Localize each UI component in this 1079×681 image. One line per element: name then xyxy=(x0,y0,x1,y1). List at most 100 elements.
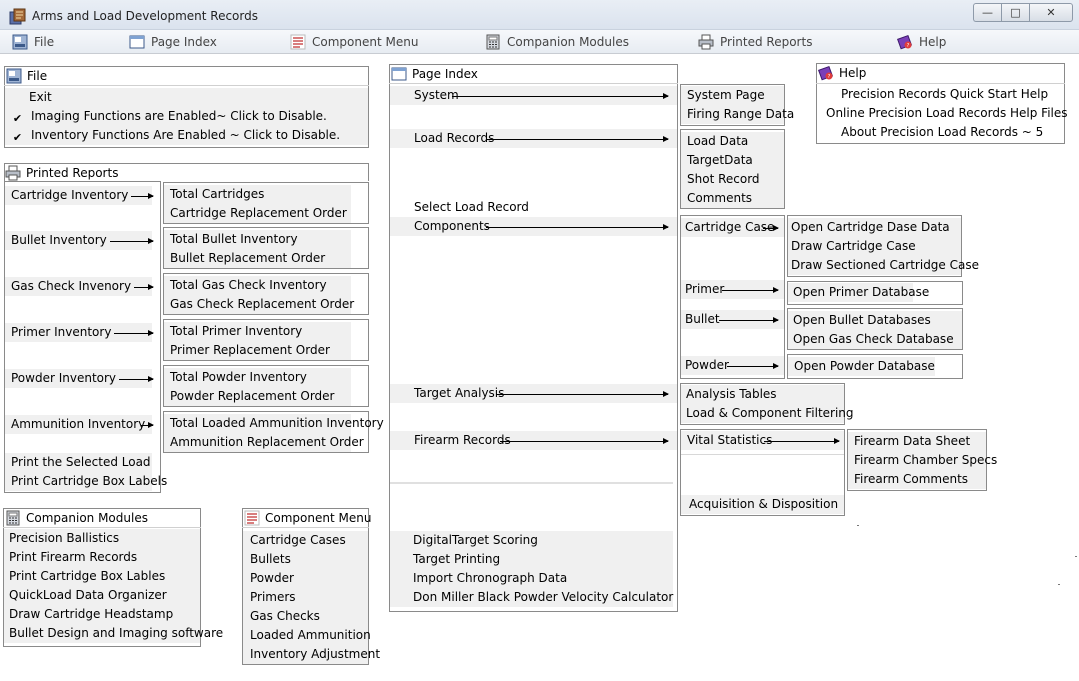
report-extra-item[interactable]: Print the Selected Load xyxy=(5,453,152,472)
arrow-icon xyxy=(764,438,840,444)
vital-statistics-label: Vital Statistics xyxy=(687,433,773,447)
menu-page-index[interactable]: Page Index xyxy=(129,33,217,51)
report-item[interactable]: Ammunition Replacement Order xyxy=(164,433,364,452)
report-item[interactable]: Total Primer Inventory xyxy=(164,322,351,341)
companion-module-item[interactable]: Precision Ballistics xyxy=(4,529,200,548)
firearm-chamber-specs-item[interactable]: Firearm Chamber Specs xyxy=(848,451,997,470)
draw-cartridge-case-item[interactable]: Draw Cartridge Case xyxy=(788,237,961,256)
divider xyxy=(390,482,673,484)
report-item[interactable]: Total Bullet Inventory xyxy=(164,230,351,249)
help-book-icon: ? xyxy=(818,65,834,81)
report-item-label: Total Cartridges xyxy=(170,187,265,201)
select-load-record-label: Select Load Record xyxy=(414,200,529,214)
close-button[interactable]: ✕ xyxy=(1029,3,1073,22)
help-book-icon: ? xyxy=(897,34,913,50)
menu-file[interactable]: File xyxy=(12,33,54,51)
component-menu-item[interactable]: Primers xyxy=(243,588,368,607)
menu-printed-reports[interactable]: Printed Reports xyxy=(698,33,812,51)
menu-companion-modules[interactable]: Companion Modules xyxy=(485,33,629,51)
companion-module-item[interactable]: Bullet Design and Imaging software xyxy=(4,624,223,643)
firearm-data-sheet-item[interactable]: Firearm Data Sheet xyxy=(848,432,986,451)
bullet-label: Bullet xyxy=(685,312,720,326)
arrow-icon xyxy=(727,363,779,369)
draw-sectioned-case-item[interactable]: Draw Sectioned Cartridge Case xyxy=(788,256,979,275)
target-data-item[interactable]: TargetData xyxy=(681,151,784,170)
report-item[interactable]: Total Cartridges xyxy=(164,185,351,204)
report-category-label: Cartridge Inventory xyxy=(11,188,129,202)
comments-label: Comments xyxy=(687,191,753,205)
digital-target-scoring-item[interactable]: DigitalTarget Scoring xyxy=(390,531,673,550)
report-item[interactable]: Total Powder Inventory xyxy=(164,368,351,387)
companion-modules-title: Companion Modules xyxy=(26,511,148,525)
firearm-comments-item[interactable]: Firearm Comments xyxy=(848,470,986,489)
help-about-label: About Precision Load Records ~ 5 xyxy=(841,125,1044,139)
target-printing-label: Target Printing xyxy=(413,552,501,566)
component-menu-item[interactable]: Inventory Adjustment xyxy=(243,645,380,664)
open-bullet-db-item[interactable]: Open Bullet Databases xyxy=(788,311,962,330)
report-item[interactable]: Powder Replacement Order xyxy=(164,387,351,406)
open-powder-db-label: Open Powder Database xyxy=(794,359,935,373)
report-item[interactable]: Primer Replacement Order xyxy=(164,341,351,360)
acquisition-disposition-label: Acquisition & Disposition xyxy=(689,497,839,511)
target-printing-item[interactable]: Target Printing xyxy=(390,550,673,569)
open-gas-check-db-item[interactable]: Open Gas Check Database xyxy=(788,330,962,349)
component-menu-item[interactable]: Powder xyxy=(243,569,368,588)
component-menu-item[interactable]: Cartridge Cases xyxy=(243,531,368,550)
firing-range-label: Firing Range Data xyxy=(687,107,795,121)
analysis-tables-item[interactable]: Analysis Tables xyxy=(681,385,844,404)
report-item-label: Total Powder Inventory xyxy=(170,370,307,384)
firing-range-item[interactable]: Firing Range Data xyxy=(681,105,794,124)
report-item-label: Total Primer Inventory xyxy=(170,324,303,338)
component-menu-label: Cartridge Cases xyxy=(250,533,346,547)
report-extra-item[interactable]: Print Cartridge Box Labels xyxy=(5,472,167,491)
acquisition-disposition-item[interactable]: Acquisition & Disposition xyxy=(681,495,844,514)
file-toggle-imaging[interactable]: ✔ Imaging Functions are Enabled~ Click to… xyxy=(5,107,368,126)
page-index-select-load-record[interactable]: Select Load Record xyxy=(390,198,677,217)
report-category-item[interactable]: Gas Check Invenory xyxy=(5,277,152,296)
open-powder-db-item[interactable]: Open Powder Database xyxy=(788,357,935,376)
menu-help[interactable]: ? Help xyxy=(897,33,946,51)
help-quick-start-item[interactable]: Precision Records Quick Start Help xyxy=(817,85,1064,104)
draw-cartridge-case-label: Draw Cartridge Case xyxy=(791,239,916,253)
load-data-item[interactable]: Load Data xyxy=(681,132,784,151)
import-chronograph-label: Import Chronograph Data xyxy=(413,571,568,585)
open-bullet-db-label: Open Bullet Databases xyxy=(793,313,931,327)
report-item[interactable]: Gas Check Replacement Order xyxy=(164,295,354,314)
report-item[interactable]: Cartridge Replacement Order xyxy=(164,204,351,223)
component-menu-item[interactable]: Loaded Ammunition xyxy=(243,626,371,645)
report-category-item[interactable]: Ammunition Inventory xyxy=(5,415,152,434)
report-item[interactable]: Bullet Replacement Order xyxy=(164,249,351,268)
shot-record-item[interactable]: Shot Record xyxy=(681,170,784,189)
printed-reports-header: Printed Reports xyxy=(5,164,118,182)
stray-pixel xyxy=(1075,556,1077,557)
open-primer-db-item[interactable]: Open Primer Database xyxy=(788,283,929,302)
menu-printed-reports-label: Printed Reports xyxy=(720,35,813,49)
report-item[interactable]: Total Loaded Ammunition Inventory xyxy=(164,414,384,433)
maximize-button[interactable]: □ xyxy=(1001,3,1029,22)
menu-file-label: File xyxy=(34,35,55,49)
file-toggle-inventory[interactable]: ✔ Inventory Functions Are Enabled ~ Click… xyxy=(5,126,368,145)
companion-module-item[interactable]: Print Cartridge Box Lables xyxy=(4,567,200,586)
component-menu-item[interactable]: Gas Checks xyxy=(243,607,368,626)
companion-module-item[interactable]: Draw Cartridge Headstamp xyxy=(4,605,200,624)
minimize-button[interactable]: — xyxy=(973,3,1001,22)
report-item[interactable]: Total Gas Check Inventory xyxy=(164,276,351,295)
companion-module-item[interactable]: QuickLoad Data Organizer xyxy=(4,586,200,605)
file-exit[interactable]: Exit xyxy=(5,88,368,107)
arrow-icon xyxy=(496,391,669,397)
file-panel-title: File xyxy=(27,69,48,83)
component-menu-item[interactable]: Bullets xyxy=(243,550,368,569)
help-about-item[interactable]: About Precision Load Records ~ 5 xyxy=(817,123,1064,142)
help-online-item[interactable]: Online Precision Load Records Help Files xyxy=(817,104,1068,123)
comments-item[interactable]: Comments xyxy=(681,189,784,208)
companion-module-item[interactable]: Print Firearm Records xyxy=(4,548,200,567)
close-icon: ✕ xyxy=(1046,6,1056,19)
shot-record-label: Shot Record xyxy=(687,172,760,186)
import-chronograph-item[interactable]: Import Chronograph Data xyxy=(390,569,673,588)
report-category-item[interactable]: Cartridge Inventory xyxy=(5,186,152,205)
black-powder-calculator-item[interactable]: Don Miller Black Powder Velocity Calcula… xyxy=(390,588,673,607)
load-component-filtering-item[interactable]: Load & Component Filtering xyxy=(681,404,854,423)
system-page-item[interactable]: System Page xyxy=(681,86,784,105)
open-cartridge-data-item[interactable]: Open Cartridge Dase Data xyxy=(788,218,961,237)
menu-component-menu[interactable]: Component Menu xyxy=(290,33,418,51)
